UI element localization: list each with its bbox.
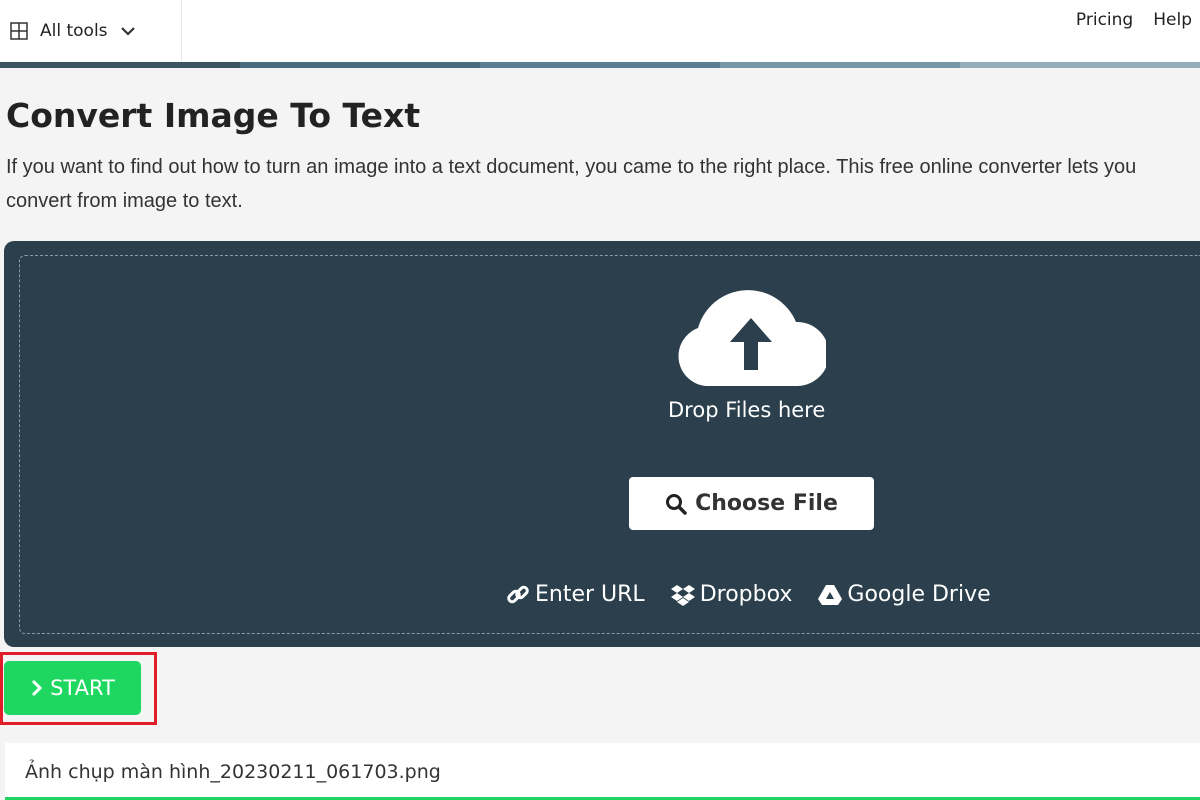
link-icon [507,585,529,603]
page-title: Convert Image To Text [6,96,421,135]
start-label: START [50,676,115,700]
choose-file-label: Choose File [695,491,838,516]
file-list-item: Ảnh chụp màn hình_20230211_061703.png [5,743,1200,800]
start-button[interactable]: START [4,661,141,715]
grid-icon [10,22,28,40]
google-drive-icon [818,584,843,605]
page-description: If you want to find out how to turn an i… [6,156,1137,212]
drop-files-text: Drop Files here [668,398,826,422]
top-nav: Pricing Help [1076,10,1192,30]
top-bar: All tools Pricing Help [0,0,1200,62]
google-drive-link[interactable]: Google Drive [818,582,991,607]
choose-file-button[interactable]: Choose File [629,477,874,530]
file-name: Ảnh chụp màn hình_20230211_061703.png [25,761,441,783]
chevron-down-icon [120,27,135,36]
nav-pricing[interactable]: Pricing [1076,10,1133,30]
dropbox-link[interactable]: Dropbox [670,582,792,607]
dropbox-icon [670,584,695,606]
cloud-upload-icon [678,290,826,386]
search-icon [666,493,687,515]
chevron-right-icon [32,679,43,697]
all-tools-menu[interactable]: All tools [0,0,182,62]
color-stripe [0,62,1200,68]
upload-sources: Enter URL Dropbox Google Drive [506,582,991,607]
enter-url-link[interactable]: Enter URL [506,582,645,607]
all-tools-label: All tools [40,21,108,41]
nav-help[interactable]: Help [1153,10,1192,30]
